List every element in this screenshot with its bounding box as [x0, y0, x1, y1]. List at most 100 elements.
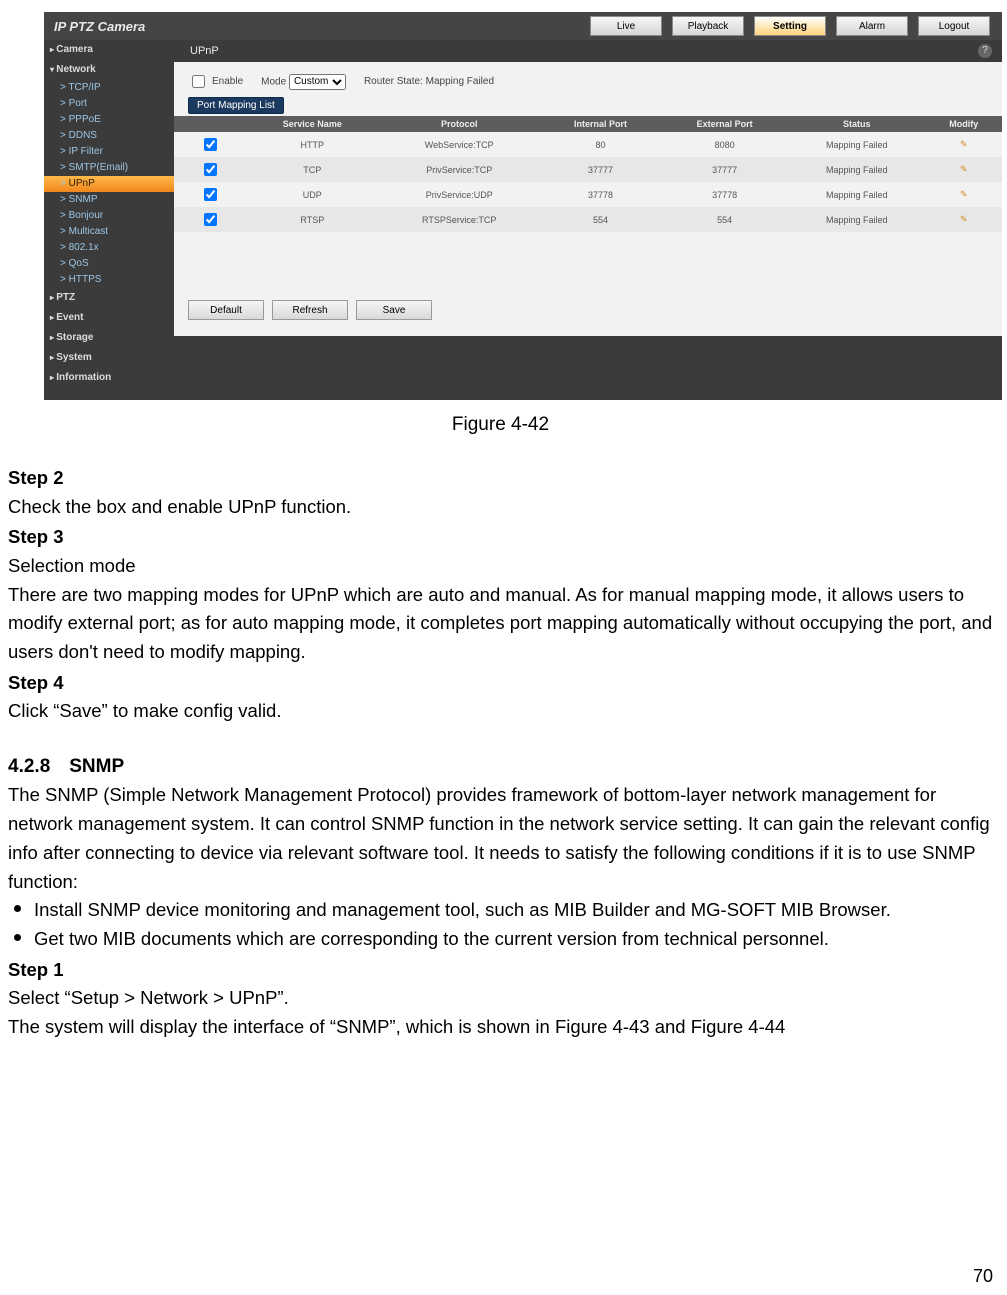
- cell-protocol: RTSPService:TCP: [379, 207, 540, 232]
- cell-protocol: PrivService:TCP: [379, 157, 540, 182]
- edit-icon[interactable]: ✎: [960, 164, 968, 174]
- sidebar-item-tcpip[interactable]: TCP/IP: [44, 80, 174, 96]
- enable-checkbox[interactable]: [192, 75, 205, 88]
- table-row: RTSP RTSPService:TCP 554 554 Mapping Fai…: [174, 207, 1002, 232]
- mode-label: Mode: [261, 76, 286, 87]
- sidebar: Camera Network TCP/IP Port PPPoE DDNS IP…: [44, 40, 174, 400]
- cell-service: HTTP: [246, 132, 379, 157]
- cell-protocol: WebService:TCP: [379, 132, 540, 157]
- tab-playback[interactable]: Playback: [672, 16, 744, 36]
- sidebar-item-ddns[interactable]: DDNS: [44, 128, 174, 144]
- sidebar-cat-event[interactable]: Event: [44, 308, 174, 328]
- sidebar-item-snmp[interactable]: SNMP: [44, 192, 174, 208]
- sidebar-item-smtp[interactable]: SMTP(Email): [44, 160, 174, 176]
- section-paragraph: The SNMP (Simple Network Management Prot…: [8, 781, 993, 896]
- sidebar-cat-ptz[interactable]: PTZ: [44, 288, 174, 308]
- content-area: UPnP ? Enable Mode Custom Router State: …: [174, 40, 1002, 400]
- page-number: 70: [973, 1266, 993, 1287]
- sidebar-cat-info[interactable]: Information: [44, 368, 174, 388]
- cell-status: Mapping Failed: [788, 132, 925, 157]
- col-protocol: Protocol: [379, 116, 540, 132]
- sidebar-item-ipfilter[interactable]: IP Filter: [44, 144, 174, 160]
- app-header: IP PTZ Camera Live Playback Setting Alar…: [44, 12, 1002, 40]
- step4-heading: Step 4: [8, 669, 993, 698]
- col-status: Status: [788, 116, 925, 132]
- sidebar-cat-storage[interactable]: Storage: [44, 328, 174, 348]
- upnp-panel: Enable Mode Custom Router State: Mapping…: [174, 62, 1002, 336]
- edit-icon[interactable]: ✎: [960, 139, 968, 149]
- tab-alarm[interactable]: Alarm: [836, 16, 908, 36]
- sidebar-cat-system[interactable]: System: [44, 348, 174, 368]
- refresh-button[interactable]: Refresh: [272, 300, 348, 320]
- step2-heading: Step 2: [8, 464, 993, 493]
- step3-text2: There are two mapping modes for UPnP whi…: [8, 581, 993, 667]
- bullet-1: Install SNMP device monitoring and manag…: [34, 896, 993, 925]
- cell-ext: 37777: [661, 157, 788, 182]
- enable-checkbox-label: Enable: [188, 72, 243, 91]
- port-mapping-table: Service Name Protocol Internal Port Exte…: [174, 116, 1002, 232]
- sidebar-item-bonjour[interactable]: Bonjour: [44, 208, 174, 224]
- bullet-2: Get two MIB documents which are correspo…: [34, 925, 993, 954]
- cell-int: 80: [540, 132, 661, 157]
- step1-text2: The system will display the interface of…: [8, 1013, 993, 1042]
- figure-caption: Figure 4-42: [4, 414, 997, 436]
- sidebar-item-pppoe[interactable]: PPPoE: [44, 112, 174, 128]
- col-service: Service Name: [246, 116, 379, 132]
- row-check[interactable]: [204, 213, 217, 226]
- tab-live[interactable]: Live: [590, 16, 662, 36]
- table-row: UDP PrivService:UDP 37778 37778 Mapping …: [174, 182, 1002, 207]
- step4-text: Click “Save” to make config valid.: [8, 697, 993, 726]
- router-state-value: Mapping Failed: [426, 76, 494, 87]
- col-check: [174, 116, 246, 132]
- router-state-label: Router State:: [364, 76, 423, 87]
- tab-setting[interactable]: Setting: [754, 16, 826, 36]
- step3-text1: Selection mode: [8, 552, 993, 581]
- step1-heading: Step 1: [8, 956, 993, 985]
- sidebar-item-upnp[interactable]: UPnP: [44, 176, 174, 192]
- sidebar-item-multicast[interactable]: Multicast: [44, 224, 174, 240]
- table-row: TCP PrivService:TCP 37777 37777 Mapping …: [174, 157, 1002, 182]
- step1-text1: Select “Setup > Network > UPnP”.: [8, 984, 993, 1013]
- cell-protocol: PrivService:UDP: [379, 182, 540, 207]
- sidebar-cat-network[interactable]: Network: [44, 60, 174, 80]
- tab-logout[interactable]: Logout: [918, 16, 990, 36]
- edit-icon[interactable]: ✎: [960, 189, 968, 199]
- document-body: Step 2 Check the box and enable UPnP fun…: [4, 464, 997, 1042]
- cell-service: RTSP: [246, 207, 379, 232]
- sidebar-item-8021x[interactable]: 802.1x: [44, 240, 174, 256]
- cell-status: Mapping Failed: [788, 157, 925, 182]
- col-modify: Modify: [925, 116, 1002, 132]
- page-title: UPnP: [174, 45, 219, 57]
- top-tabs: Live Playback Setting Alarm Logout: [590, 16, 1002, 36]
- cell-ext: 554: [661, 207, 788, 232]
- app-logo: IP PTZ Camera: [44, 19, 145, 34]
- cell-ext: 37778: [661, 182, 788, 207]
- sidebar-item-port[interactable]: Port: [44, 96, 174, 112]
- cell-status: Mapping Failed: [788, 182, 925, 207]
- section-heading: 4.2.8 SNMP: [8, 752, 993, 781]
- sidebar-item-qos[interactable]: QoS: [44, 256, 174, 272]
- default-button[interactable]: Default: [188, 300, 264, 320]
- mode-select[interactable]: Custom: [289, 74, 346, 90]
- row-check[interactable]: [204, 188, 217, 201]
- cell-status: Mapping Failed: [788, 207, 925, 232]
- col-extport: External Port: [661, 116, 788, 132]
- table-row: HTTP WebService:TCP 80 8080 Mapping Fail…: [174, 132, 1002, 157]
- sidebar-item-https[interactable]: HTTPS: [44, 272, 174, 288]
- col-intport: Internal Port: [540, 116, 661, 132]
- cell-int: 37777: [540, 157, 661, 182]
- step3-heading: Step 3: [8, 523, 993, 552]
- step2-text: Check the box and enable UPnP function.: [8, 493, 993, 522]
- cell-service: UDP: [246, 182, 379, 207]
- row-check[interactable]: [204, 163, 217, 176]
- cell-int: 554: [540, 207, 661, 232]
- cell-int: 37778: [540, 182, 661, 207]
- row-check[interactable]: [204, 138, 217, 151]
- help-icon[interactable]: ?: [978, 44, 992, 58]
- cell-ext: 8080: [661, 132, 788, 157]
- cell-service: TCP: [246, 157, 379, 182]
- edit-icon[interactable]: ✎: [960, 214, 968, 224]
- sidebar-cat-camera[interactable]: Camera: [44, 40, 174, 60]
- port-mapping-tab[interactable]: Port Mapping List: [188, 97, 284, 114]
- save-button[interactable]: Save: [356, 300, 432, 320]
